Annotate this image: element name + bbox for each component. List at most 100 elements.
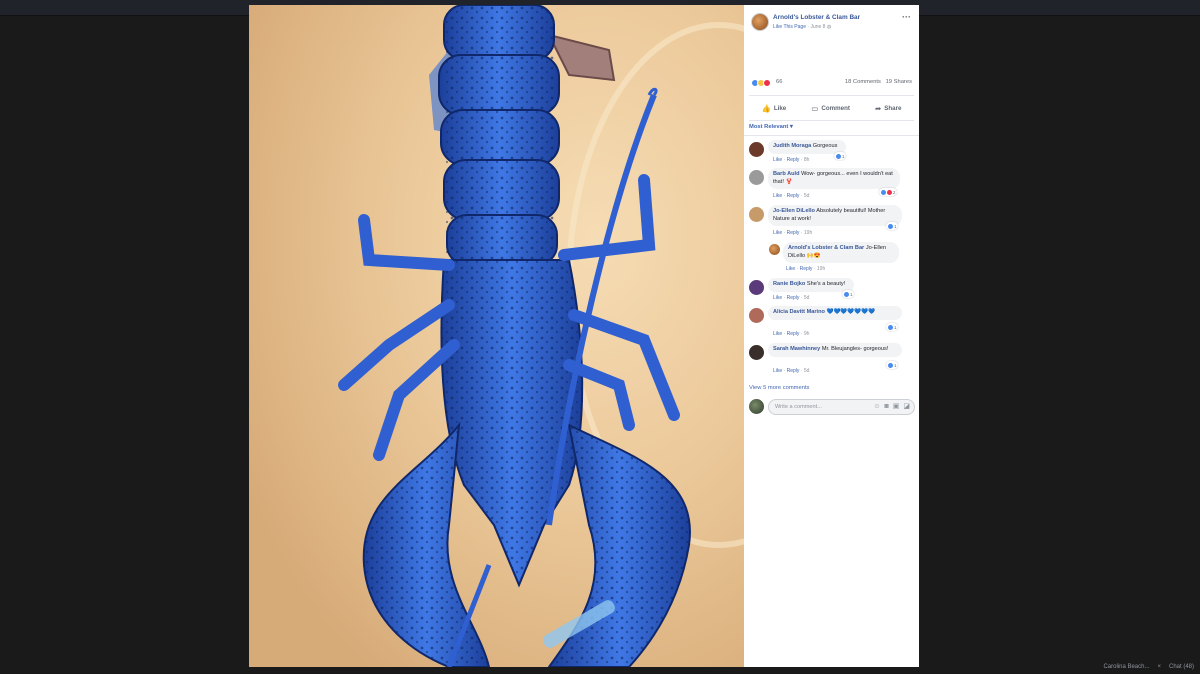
commenter-name[interactable]: Judith Moraga [773,143,811,149]
comment-bubble: Judith Moraga Gorgeous [768,140,846,154]
commenter-avatar[interactable] [749,280,764,295]
chat-bar: Carolina Beach... × Chat (48) [1095,660,1200,674]
comment-reply-link[interactable]: Reply [787,230,800,236]
comment-time[interactable]: 8h [804,157,810,163]
comment-item: Alicia Davitt Marino 💙💙💙💙💙💙💙 1 Like · Re… [749,306,914,342]
page-avatar[interactable] [751,13,769,31]
comment-reactions[interactable]: 1 [842,290,855,298]
commenter-avatar[interactable] [769,244,780,255]
post-header: Arnold's Lobster & Clam Bar Like This Pa… [749,12,914,34]
comment-like-link[interactable]: Like [773,368,782,374]
commenter-name[interactable]: Barb Auld [773,171,800,177]
sort-comments-dropdown[interactable]: Most Relevant ▾ [749,124,793,130]
like-reaction-icon [844,291,849,297]
page-name-link[interactable]: Arnold's Lobster & Clam Bar [773,14,860,21]
commenter-avatar[interactable] [749,308,764,323]
comment-bubble: Barb Auld Wow- gorgeous... even I wouldn… [768,168,900,190]
comment-item: Ranie Bojko She's a beauty! 1 Like · Rep… [749,278,914,308]
comment-reply-link[interactable]: Reply [800,266,813,272]
comment-bubble: Jo-Ellen DiLello Absolutely beautiful! M… [768,205,902,227]
divider [744,135,919,136]
comment-react-count: 1 [894,324,897,330]
comment-time[interactable]: 19h [804,230,812,236]
lobster-image [249,5,744,667]
share-button[interactable]: ➦ Share [875,104,902,113]
commenter-name[interactable]: Ranie Bojko [773,281,805,287]
comment-reactions[interactable]: 2 [879,188,898,196]
comment-item: Sarah Mawhinney Mr. Bleujangles- gorgeou… [749,343,914,379]
comment-reply-link[interactable]: Reply [787,295,800,301]
comment-button[interactable]: ▭ Comment [811,104,850,113]
comment-item: Barb Auld Wow- gorgeous... even I wouldn… [749,168,914,204]
comment-bubble: Sarah Mawhinney Mr. Bleujangles- gorgeou… [768,343,902,357]
blue-lobster-photo[interactable] [249,5,744,667]
comment-like-link[interactable]: Like [786,266,795,272]
commenter-name[interactable]: Alicia Davitt Marino [773,309,825,315]
comment-text: 💙💙💙💙💙💙💙 [826,309,876,315]
like-label: Like [773,104,787,112]
share-icon: ➦ [874,103,882,113]
comment-reactions[interactable]: 1 [834,152,847,160]
comment-like-link[interactable]: Like [773,157,782,163]
comment-like-link[interactable]: Like [773,331,782,337]
comment-time[interactable]: 5d [804,295,810,301]
comment-time[interactable]: 5d [804,193,810,199]
comment-like-link[interactable]: Like [773,193,782,199]
comment-react-count: 1 [894,223,897,229]
comment-item: Jo-Ellen DiLello Absolutely beautiful! M… [749,205,914,241]
commenter-avatar[interactable] [749,207,764,222]
gif-icon[interactable]: ▣ [893,403,900,411]
comment-reply-link[interactable]: Reply [787,331,800,337]
comment-meta: Like · Reply · 5d [773,295,810,301]
photo-viewer: Arnold's Lobster & Clam Bar Like This Pa… [249,5,919,667]
comment-like-link[interactable]: Like [773,295,782,301]
chat-count[interactable]: Chat (48) [1169,664,1194,670]
comment-react-count: 1 [850,291,853,297]
comment-reply-link[interactable]: Reply [787,193,800,199]
post-subline: Like This Page · June 8 ◍ [773,24,831,30]
comment-input[interactable]: Write a comment... ☺ ◙ ▣ ◪ [768,399,915,415]
current-user-avatar[interactable] [749,399,764,414]
chat-tab[interactable]: Carolina Beach... [1103,664,1149,670]
comment-reactions[interactable]: 1 [886,323,899,331]
shares-count[interactable]: 19 Shares [886,79,912,85]
commenter-avatar[interactable] [749,170,764,185]
commenter-name[interactable]: Sarah Mawhinney [773,346,820,352]
comment-reactions[interactable]: 1 [886,222,899,230]
comment-label: Comment [821,104,850,112]
camera-icon[interactable]: ◙ [885,403,889,411]
like-page-link[interactable]: Like This Page [773,24,806,30]
love-reaction-icon [887,189,892,195]
comment-reply-link[interactable]: Reply [787,368,800,374]
commenter-name[interactable]: Arnold's Lobster & Clam Bar [788,245,864,251]
like-icon: 👍 [761,103,771,113]
comment-react-count: 1 [894,362,897,368]
reaction-count[interactable]: 66 [776,79,782,85]
reaction-icons[interactable] [751,79,771,87]
comment-reply-link[interactable]: Reply [787,157,800,163]
comments-count[interactable]: 18 Comments [845,79,881,85]
emoji-icon[interactable]: ☺ [873,403,880,411]
view-more-comments-link[interactable]: View 5 more comments [749,385,809,391]
like-button[interactable]: 👍 Like [762,104,787,113]
comment-text: Gorgeous [812,143,838,149]
like-reaction-icon [836,153,841,159]
comment-time[interactable]: 9h [804,331,810,337]
chat-close-icon[interactable]: × [1157,664,1161,670]
comment-placeholder: Write a comment... [775,404,822,410]
commenter-avatar[interactable] [749,142,764,157]
post-stats: 66 18 Comments 19 Shares [749,78,912,88]
more-icon[interactable]: ··· [902,12,911,22]
comment-meta: Like · Reply · 5d [773,368,810,374]
comment-like-link[interactable]: Like [773,230,782,236]
post-date[interactable]: June 8 [810,24,825,30]
comment-bubble: Arnold's Lobster & Clam Bar Jo-Ellen DiL… [783,242,899,264]
comment-time[interactable]: 19h [817,266,825,272]
commenter-name[interactable]: Jo-Ellen DiLello [773,208,815,214]
comment-text: Mr. Bleujangles- gorgeous! [821,346,889,352]
comment-time[interactable]: 5d [804,368,810,374]
comment-reactions[interactable]: 1 [886,361,899,369]
commenter-avatar[interactable] [749,345,764,360]
sticker-icon[interactable]: ◪ [903,403,910,411]
post-actions: 👍 Like ▭ Comment ➦ Share [749,95,914,121]
